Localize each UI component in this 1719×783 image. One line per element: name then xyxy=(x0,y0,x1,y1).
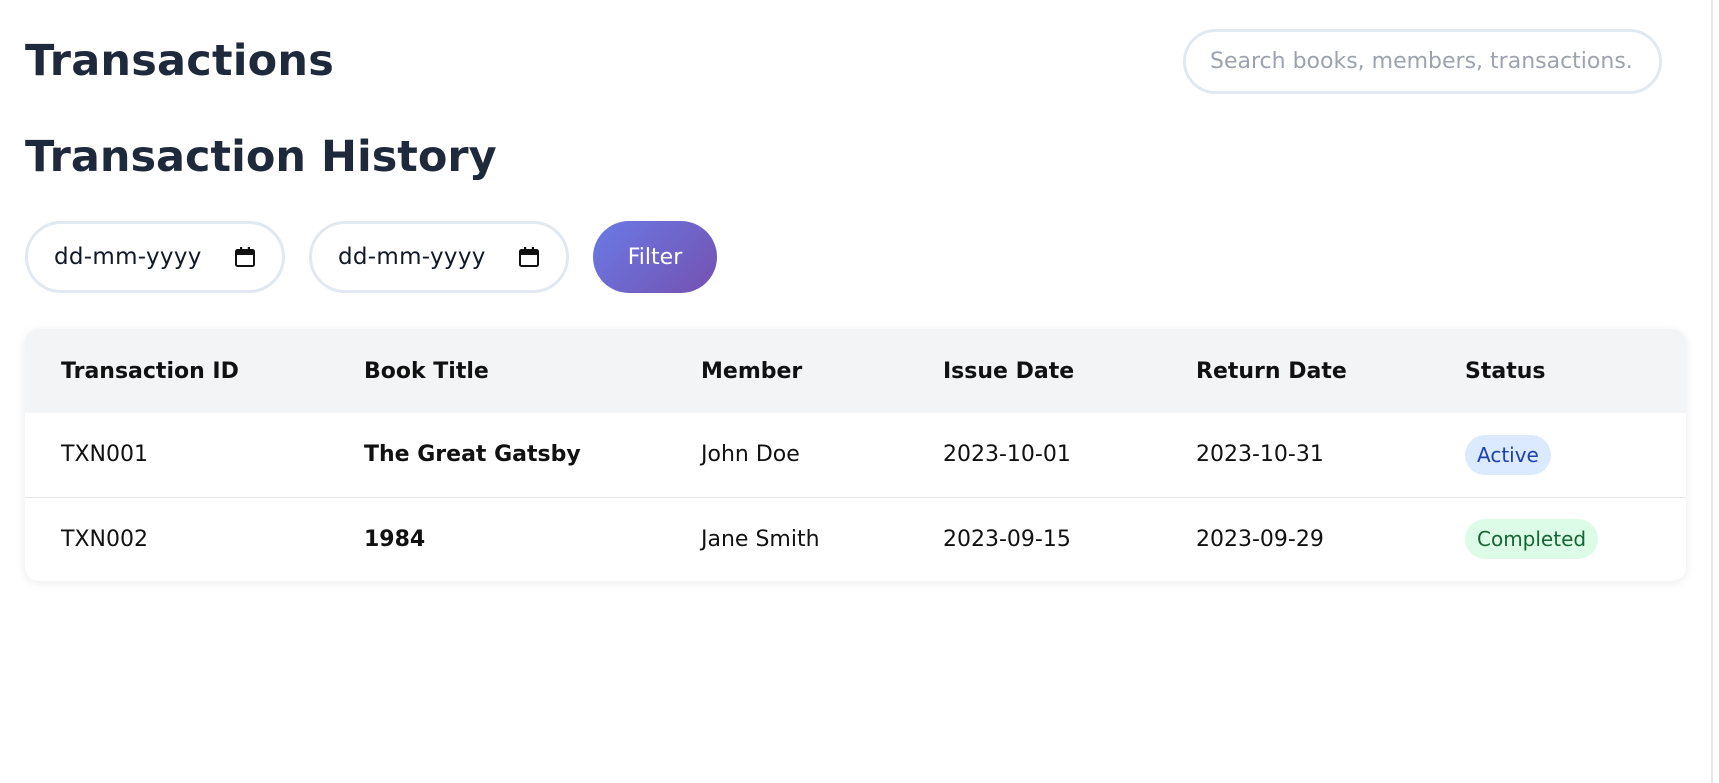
table-row[interactable]: TXN001 The Great Gatsby John Doe 2023-10… xyxy=(25,413,1686,497)
table-header-row: Transaction ID Book Title Member Issue D… xyxy=(25,329,1686,413)
start-date-field[interactable]: dd-mm-yyyy xyxy=(25,221,285,293)
transactions-table-card: Transaction ID Book Title Member Issue D… xyxy=(25,329,1686,581)
member-cell: Jane Smith xyxy=(665,496,907,581)
scrollbar-track[interactable] xyxy=(1711,0,1713,783)
calendar-icon[interactable] xyxy=(234,246,256,268)
return-date-cell: 2023-10-31 xyxy=(1196,442,1324,468)
column-header-book-title[interactable]: Book Title xyxy=(328,329,665,413)
transactions-table: Transaction ID Book Title Member Issue D… xyxy=(25,329,1686,581)
book-title-cell: 1984 xyxy=(328,496,665,581)
book-title-cell: The Great Gatsby xyxy=(364,442,581,468)
end-date-placeholder: dd-mm-yyyy xyxy=(338,244,486,270)
column-header-transaction-id[interactable]: Transaction ID xyxy=(25,329,328,413)
search-input[interactable] xyxy=(1186,32,1659,91)
status-cell: Active xyxy=(1429,413,1686,497)
column-header-issue-date[interactable]: Issue Date xyxy=(907,329,1160,413)
return-date-cell: 2023-09-29 xyxy=(1160,496,1429,581)
status-badge: Completed xyxy=(1465,519,1599,560)
transaction-id-cell: TXN001 xyxy=(61,442,148,468)
issue-date-cell: 2023-09-15 xyxy=(907,496,1160,581)
status-badge: Active xyxy=(1465,434,1551,475)
member-cell: John Doe xyxy=(701,442,800,468)
calendar-icon[interactable] xyxy=(518,246,540,268)
column-header-status[interactable]: Status xyxy=(1429,329,1686,413)
transaction-id-cell: TXN002 xyxy=(25,496,328,581)
search-box[interactable] xyxy=(1183,29,1662,94)
table-row[interactable]: TXN002 1984 Jane Smith 2023-09-15 2023-0… xyxy=(25,496,1686,581)
end-date-field[interactable]: dd-mm-yyyy xyxy=(309,221,569,293)
section-title: Transaction History xyxy=(25,132,497,182)
filter-button[interactable]: Filter xyxy=(593,221,717,293)
column-header-return-date[interactable]: Return Date xyxy=(1160,329,1429,413)
issue-date-cell: 2023-10-01 xyxy=(943,442,1071,468)
page-title: Transactions xyxy=(25,36,334,86)
transactions-page: Transactions Transaction History dd-mm-y… xyxy=(0,0,1719,783)
column-header-member[interactable]: Member xyxy=(665,329,907,413)
start-date-placeholder: dd-mm-yyyy xyxy=(54,244,202,270)
status-cell: Completed xyxy=(1429,496,1686,581)
